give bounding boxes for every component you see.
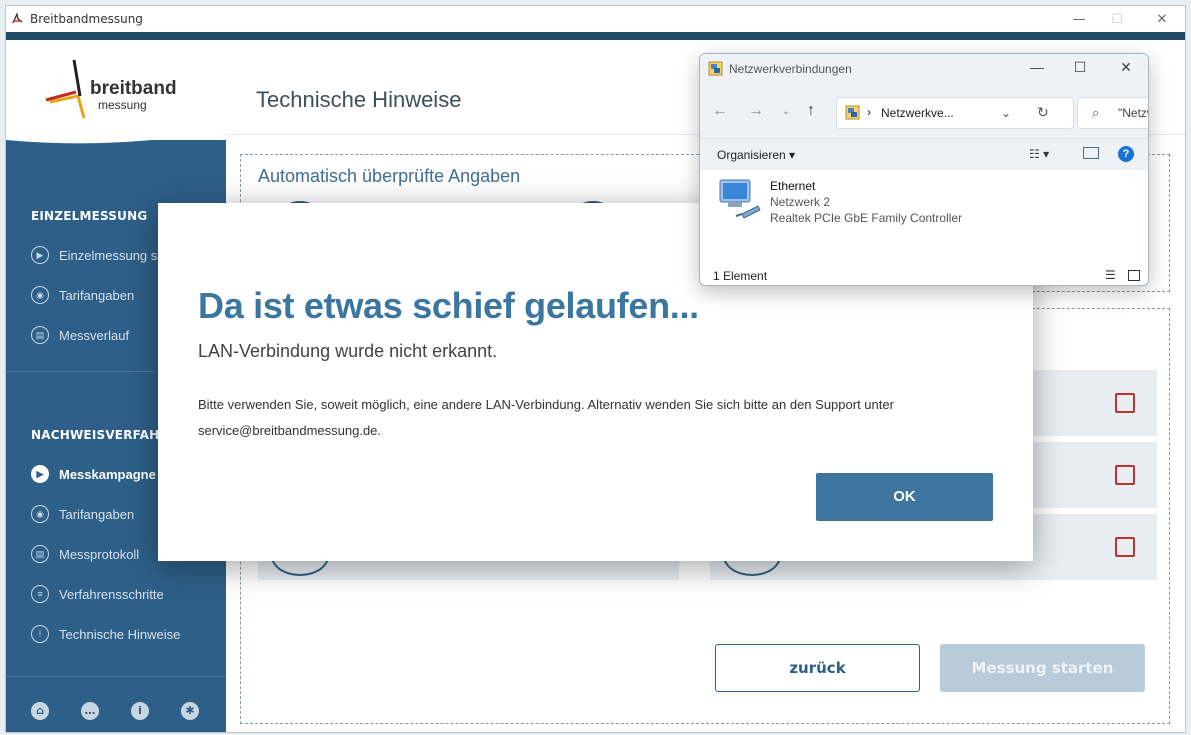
logo-subtext: messung	[98, 98, 147, 112]
network-adapter-icon	[719, 179, 761, 219]
chevron-down-icon[interactable]: ⌄	[1001, 106, 1011, 120]
network-folder-icon	[845, 105, 860, 120]
details-view-icon[interactable]: ☰	[1105, 268, 1116, 282]
back-button[interactable]: zurück	[715, 644, 920, 692]
search-input[interactable]: ⌕ "Netzw	[1077, 97, 1148, 129]
organize-menu[interactable]: Organisieren ▾	[717, 148, 795, 162]
info-icon[interactable]: i	[131, 702, 149, 720]
dialog-subtitle: LAN-Verbindung wurde nicht erkannt.	[198, 341, 498, 361]
dialog-message: Bitte verwenden Sie, soweit möglich, ein…	[198, 397, 894, 412]
home-icon[interactable]: ⌂	[31, 702, 49, 720]
sidebar-heading-einzelmessung: EINZELMESSUNG	[31, 209, 148, 223]
help-icon[interactable]: ?	[1118, 146, 1134, 162]
sidebar-heading-nachweisverfahren: NACHWEISVERFAHRE	[31, 428, 178, 442]
list-circle-icon: ≡	[31, 585, 49, 603]
chevron-right-icon: ›	[867, 105, 871, 119]
logo-area: breitband messung	[6, 40, 226, 140]
adapter-controller: Realtek PCIe GbE Family Controller	[770, 211, 963, 225]
sidebar-divider-bottom	[6, 676, 226, 677]
search-placeholder: "Netzw	[1118, 106, 1148, 120]
chevron-down-icon[interactable]: ⌄	[782, 106, 790, 117]
network-window-title: Netzwerkverbindungen	[729, 62, 852, 76]
address-bar[interactable]: › Netzwerkve... ⌄ ↻	[836, 97, 1074, 129]
search-icon: ⌕	[1092, 105, 1100, 120]
large-icons-view-icon[interactable]	[1128, 270, 1140, 281]
auto-section-title: Automatisch überprüfte Angaben	[258, 166, 521, 186]
address-text: Netzwerkve...	[881, 106, 954, 120]
command-bar: Organisieren ▾ ☷ ▾ ?	[700, 138, 1148, 170]
ethernet-adapter-item[interactable]: Ethernet Netzwerk 2 Realtek PCIe GbE Fam…	[716, 176, 1016, 232]
item-count: 1 Element	[713, 269, 768, 283]
back-arrow-icon[interactable]: ←	[712, 102, 728, 120]
play-circle-icon: ▶	[31, 246, 49, 264]
maximize-button[interactable]: ☐	[1095, 9, 1139, 31]
chat-icon[interactable]: …	[81, 702, 99, 720]
logo-text: breitband	[90, 78, 177, 99]
start-measurement-button[interactable]: Messung starten	[940, 644, 1145, 692]
network-connections-window: Netzwerkverbindungen — ☐ ✕ ← → ⌄ ↑ › Net…	[699, 53, 1149, 286]
app-titlebar: Breitbandmessung — ☐ ✕	[6, 6, 1185, 32]
page-title: Technische Hinweise	[256, 87, 462, 112]
app-logo-icon	[12, 13, 23, 24]
network-window-navbar: ← → ⌄ ↑ › Netzwerkve... ⌄ ↻ ⌕ "Netzw	[700, 84, 1148, 138]
gear-icon[interactable]: ✱	[181, 702, 199, 720]
unchecked-checkbox[interactable]	[1115, 465, 1135, 485]
unchecked-checkbox[interactable]	[1115, 537, 1135, 557]
warning-circle-icon: !	[31, 625, 49, 643]
up-arrow-icon[interactable]: ↑	[807, 102, 815, 120]
document-circle-icon: ▤	[31, 326, 49, 344]
adapter-name: Ethernet	[770, 179, 816, 193]
header-accent-bar	[6, 32, 1185, 40]
dialog-title: Da ist etwas schief gelaufen...	[198, 285, 699, 326]
user-circle-icon: ◉	[31, 505, 49, 523]
play-circle-icon: ▶	[31, 465, 49, 483]
preview-pane-icon[interactable]	[1083, 147, 1099, 159]
network-window-titlebar: Netzwerkverbindungen — ☐ ✕	[700, 54, 1148, 84]
dialog-support-email: service@breitbandmessung.de.	[198, 423, 382, 438]
close-button[interactable]: ✕	[1140, 9, 1184, 31]
user-circle-icon: ◉	[31, 286, 49, 304]
document-circle-icon: ▤	[31, 545, 49, 563]
minimize-button[interactable]: —	[1022, 59, 1052, 75]
forward-arrow-icon[interactable]: →	[748, 102, 764, 120]
sidebar-item-verfahrensschritte[interactable]: ≡ Verfahrensschritte	[31, 583, 221, 605]
ok-button[interactable]: OK	[816, 473, 993, 521]
status-bar: 1 Element ☰	[700, 264, 1148, 285]
network-folder-icon	[708, 61, 723, 76]
view-options-icon[interactable]: ☷ ▾	[1029, 147, 1049, 161]
maximize-button[interactable]: ☐	[1065, 59, 1095, 76]
refresh-icon[interactable]: ↻	[1037, 104, 1049, 121]
close-button[interactable]: ✕	[1111, 59, 1141, 76]
sidebar-item-technische-hinweise[interactable]: ! Technische Hinweise	[31, 623, 221, 645]
unchecked-checkbox[interactable]	[1115, 393, 1135, 413]
adapter-network: Netzwerk 2	[770, 195, 831, 209]
app-title: Breitbandmessung	[30, 12, 143, 26]
